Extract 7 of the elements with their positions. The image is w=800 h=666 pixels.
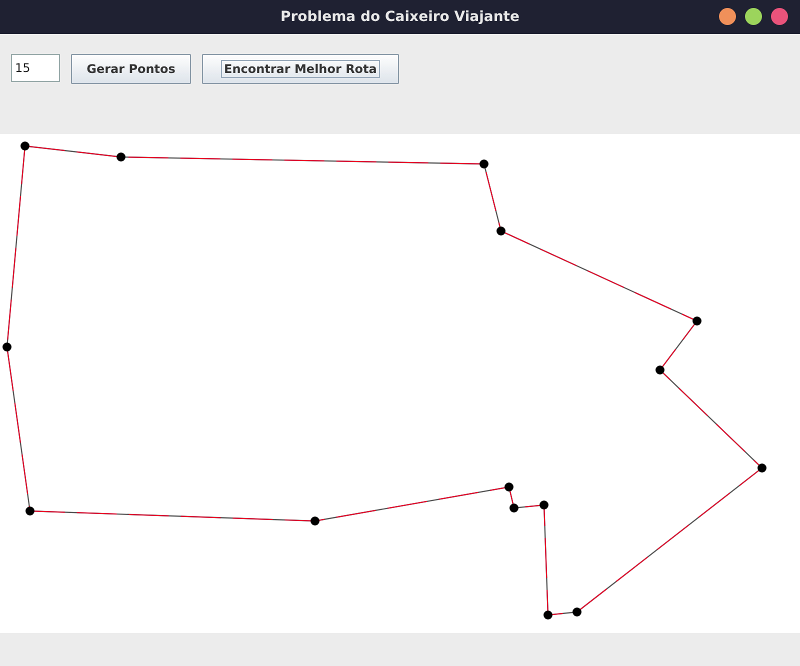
minimize-button[interactable] [719, 8, 736, 25]
window-title: Problema do Caixeiro Viajante [280, 9, 520, 25]
close-button[interactable] [771, 8, 788, 25]
find-route-button[interactable]: Encontrar Melhor Rota [202, 54, 399, 84]
generate-points-button[interactable]: Gerar Pontos [71, 54, 191, 84]
maximize-button[interactable] [745, 8, 762, 25]
points-input-field[interactable]: 15 [11, 54, 60, 82]
